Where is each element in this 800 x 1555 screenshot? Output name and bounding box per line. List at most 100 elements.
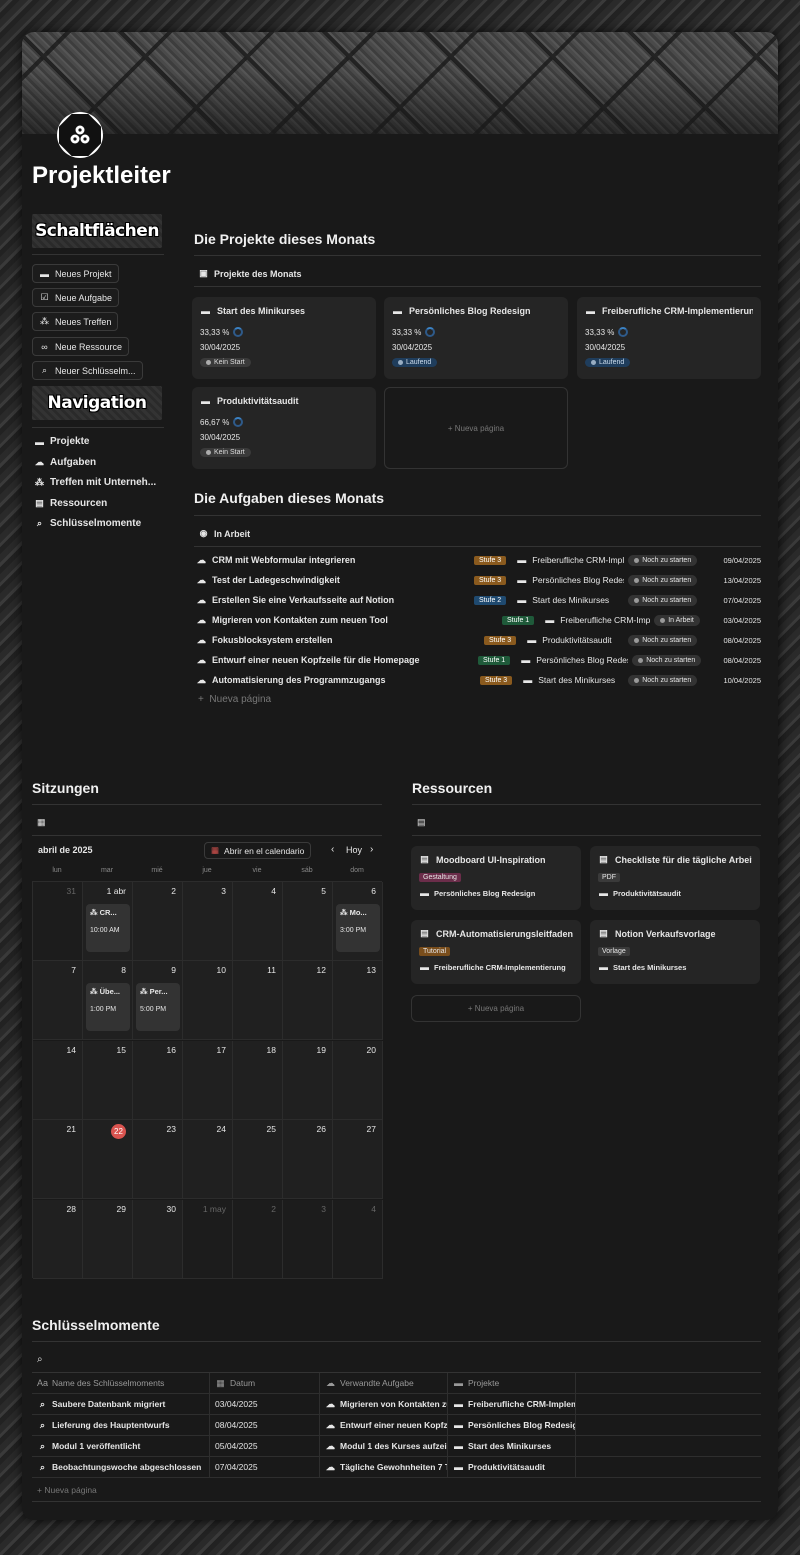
table-row[interactable]: ⌕ Modul 1 veröffentlicht 05/04/2025 ☁ Modu… [32, 1435, 761, 1457]
calendar-day[interactable]: 15 [83, 1040, 133, 1120]
cloud-check-icon: ☁ [326, 1461, 335, 1472]
calendar-day[interactable]: 3 [283, 1199, 333, 1279]
day-number: 7 [71, 965, 76, 976]
calendar-day[interactable]: 8 ⁂ Übe... 1:00 PM [83, 961, 133, 1041]
day-number: 8 [121, 965, 126, 976]
calendar-day[interactable]: 9 ⁂ Per... 5:00 PM [133, 961, 183, 1041]
gears-icon[interactable] [57, 112, 103, 158]
calendar-day[interactable]: 2 [133, 882, 183, 961]
calendar-day[interactable]: 3 [183, 882, 233, 961]
calendar-icon: ▦ [211, 845, 220, 855]
chevron-right-icon[interactable]: › [370, 844, 373, 855]
calendar-day[interactable]: 25 [233, 1120, 283, 1200]
key-moments-heading: Schlüsselmomente [32, 1317, 160, 1333]
calendar-day[interactable]: 13 [333, 961, 383, 1041]
nav-meetings[interactable]: ⁂ Treffen mit Unterneh... [34, 477, 164, 488]
calendar-day[interactable]: 12 [283, 961, 333, 1041]
day-number: 3 [321, 1203, 326, 1214]
calendar-day[interactable]: 23 [133, 1120, 183, 1200]
calendar-event[interactable]: ⁂ Übe... 1:00 PM [86, 983, 130, 1032]
nav-projects[interactable]: ▬ Projekte [34, 436, 164, 447]
new-resource-button[interactable]: ∞ Neue Ressource [32, 337, 130, 356]
task-row[interactable]: ☁ Entwurf einer neuen Kopfzeile für die H… [196, 651, 761, 669]
new-resource-card[interactable]: + Nueva página [411, 995, 581, 1022]
new-project-button[interactable]: ▬ Neues Projekt [32, 264, 119, 283]
calendar-day[interactable]: 20 [333, 1040, 383, 1120]
folder-icon: ▬ [599, 888, 608, 898]
new-meeting-button[interactable]: ⁂ Neues Treffen [32, 312, 119, 331]
new-key-moment-button[interactable]: ⌕ Neuer Schlüsselm... [32, 361, 143, 380]
today-button[interactable]: Hoy [346, 845, 362, 855]
calendar-event[interactable]: ⁂ Mo... 3:00 PM [336, 904, 380, 952]
calendar-day[interactable]: 18 [233, 1040, 283, 1120]
cover-image[interactable] [22, 32, 778, 134]
status-badge: Kein Start [200, 448, 251, 457]
task-row[interactable]: ☁ Fokusblocksystem erstellen Stufe 3 ▬ Produ… [196, 631, 761, 649]
project-card[interactable]: ▬ Freiberufliche CRM-Implementierung 33,3… [577, 297, 761, 379]
search-icon: ⌕ [39, 1398, 46, 1409]
day-number: 23 [166, 1124, 176, 1135]
calendar-day[interactable]: 4 [333, 1199, 383, 1279]
resource-card[interactable]: ▤ Notion Verkaufsvorlage Vorlage ▬ Start des… [590, 920, 760, 984]
calendar-day[interactable]: 11 [233, 961, 283, 1041]
calendar-day[interactable]: 14 [33, 1040, 83, 1120]
calendar-day[interactable]: 22 [83, 1120, 133, 1200]
table-row[interactable]: ⌕ Beobachtungswoche abgeschlossen 07/04/2… [32, 1456, 761, 1478]
resource-card[interactable]: ▤ CRM-Automatisierungsleitfaden Tutorial ▬ F… [411, 920, 581, 984]
calendar-day[interactable]: 17 [183, 1040, 233, 1120]
nav-tasks[interactable]: ☁ Aufgaben [34, 457, 164, 468]
resource-card[interactable]: ▤ Moodboard UI-Inspiration Gestaltung ▬ Pers… [411, 846, 581, 910]
task-row[interactable]: ☁ Migrieren von Kontakten zum neuen Tool S… [196, 611, 761, 629]
project-card[interactable]: ▬ Start des Minikurses 33,33 % 30/04/2025… [192, 297, 376, 379]
calendar-day[interactable]: 4 [233, 882, 283, 961]
project-card[interactable]: ▬ Produktivitätsaudit 66,67 % 30/04/2025 … [192, 387, 376, 469]
task-row[interactable]: ☁ CRM mit Webformular integrieren Stufe 3 ▬… [196, 551, 761, 569]
calendar-day[interactable]: 27 [333, 1120, 383, 1200]
calendar-day[interactable]: 5 [283, 882, 333, 961]
nav-key-moments[interactable]: ⌕ Schlüsselmomente [34, 518, 164, 529]
folder-icon: ▬ [454, 1378, 463, 1388]
task-row[interactable]: ☁ Test der Ladegeschwindigkeit Stufe 3 ▬ Per… [196, 571, 761, 589]
page-card: Projektleiter Schaltflächen ▬ Neues Proje… [22, 32, 778, 1520]
calendar-day[interactable]: 19 [283, 1040, 333, 1120]
tasks-view-tab[interactable]: ◉ In Arbeit [198, 528, 251, 539]
calendar-day[interactable]: 29 [83, 1199, 133, 1279]
new-key-moment-row[interactable]: + Nueva página [37, 1485, 97, 1495]
people-icon: ⁂ [35, 477, 44, 487]
calendar-day[interactable]: 24 [183, 1120, 233, 1200]
resource-tag: Tutorial [419, 947, 451, 956]
calendar-day[interactable]: 28 [33, 1199, 83, 1279]
calendar-event[interactable]: ⁂ CR... 10:00 AM [86, 904, 130, 952]
search-icon[interactable]: ⌕ [37, 1354, 43, 1365]
calendar-day[interactable]: 10 [183, 961, 233, 1041]
task-row[interactable]: ☁ Erstellen Sie eine Verkaufsseite auf No… [196, 591, 761, 609]
open-calendar-button[interactable]: ▦ Abrir en el calendario [204, 842, 312, 859]
table-row[interactable]: ⌕ Lieferung des Hauptentwurfs 08/04/2025 … [32, 1414, 761, 1436]
nav-resources[interactable]: ▤ Ressourcen [34, 498, 164, 509]
new-task-row[interactable]: + Nueva página [198, 694, 271, 705]
status-badge: Noch zu starten [628, 674, 698, 686]
chevron-left-icon[interactable]: ‹ [331, 844, 334, 855]
project-card[interactable]: ▬ Persönliches Blog Redesign 33,33 % 30/0… [384, 297, 568, 379]
projects-view-tab[interactable]: ▣ Projekte des Monats [198, 268, 301, 279]
calendar-day[interactable]: 1 may [183, 1199, 233, 1279]
table-row[interactable]: ⌕ Saubere Datenbank migriert 03/04/2025 ☁… [32, 1393, 761, 1415]
new-task-button[interactable]: ☑ Neue Aufgabe [32, 288, 120, 307]
document-icon[interactable]: ▤ [417, 817, 426, 828]
calendar-event[interactable]: ⁂ Per... 5:00 PM [136, 983, 180, 1032]
calendar-day[interactable]: 21 [33, 1120, 83, 1200]
calendar-day[interactable]: 26 [283, 1120, 333, 1200]
calendar-day[interactable]: 2 [233, 1199, 283, 1279]
calendar-day[interactable]: 16 [133, 1040, 183, 1120]
calendar-day[interactable]: 1 abr ⁂ CR... 10:00 AM [83, 882, 133, 961]
calendar-day[interactable]: 31 [33, 882, 83, 961]
folder-icon: ▬ [393, 306, 402, 316]
calendar-icon[interactable]: ▦ [37, 817, 46, 828]
task-row[interactable]: ☁ Automatisierung des Programmzugangs Stuf… [196, 671, 761, 689]
calendar-day[interactable]: 30 [133, 1199, 183, 1279]
calendar-day[interactable]: 7 [33, 961, 83, 1041]
buttons-banner: Schaltflächen [32, 214, 162, 248]
new-project-card[interactable]: + Nueva página [384, 387, 568, 469]
calendar-day[interactable]: 6 ⁂ Mo... 3:00 PM [333, 882, 383, 961]
resource-card[interactable]: ▤ Checkliste für die tägliche Arbeit PDF ▬ P… [590, 846, 760, 910]
